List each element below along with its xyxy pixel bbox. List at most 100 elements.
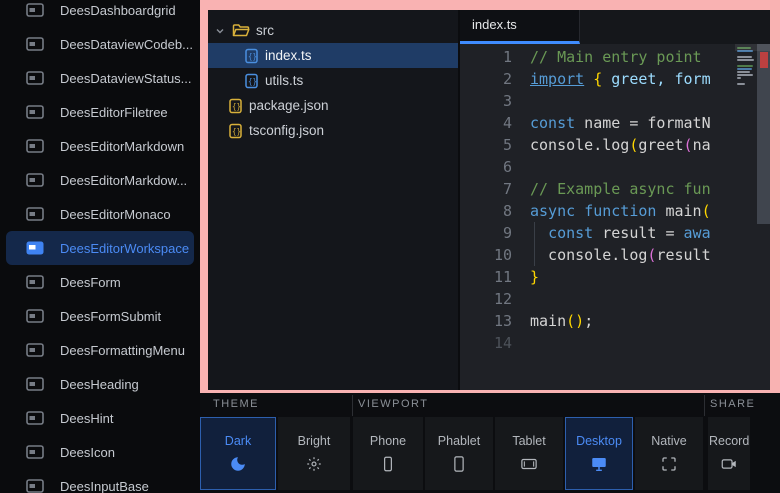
code-token: // Example async fun <box>530 180 711 198</box>
code-line-7: 7 // Example async fun <box>460 178 770 200</box>
sidebar-item-deeshint[interactable]: DeesHint <box>6 401 194 435</box>
sidebar-item-label: DeesDashboardgrid <box>60 3 176 18</box>
toolbar-buttons: DarkBright Phone Phablet Tablet Desktop Nativ… <box>200 417 750 490</box>
component-icon <box>26 207 44 221</box>
editor-scrollbar[interactable] <box>757 44 770 390</box>
sidebar-item-deesheading[interactable]: DeesHeading <box>6 367 194 401</box>
phone-button[interactable]: Phone <box>353 417 423 490</box>
line-number: 2 <box>460 68 512 90</box>
tree-file-utils-ts[interactable]: {}utils.ts <box>208 68 458 93</box>
component-icon <box>26 411 44 425</box>
code-token: async <box>530 202 575 220</box>
component-icon <box>26 241 44 255</box>
json-file-icon: {} <box>228 98 243 114</box>
sidebar-item-deesicon[interactable]: DeesIcon <box>6 435 194 469</box>
button-label: Desktop <box>576 434 622 448</box>
code-line-1: 1// Main entry point <box>460 46 770 68</box>
sidebar-item-deesformattingmenu[interactable]: DeesFormattingMenu <box>6 333 194 367</box>
sidebar-item-deesdataviewstatus[interactable]: DeesDataviewStatus... <box>6 61 194 95</box>
code-token: const <box>530 114 575 132</box>
sidebar-item-deesdashboardgrid[interactable]: DeesDashboardgrid <box>6 0 194 27</box>
ts-file-icon: {} <box>244 73 259 89</box>
component-icon <box>26 37 44 51</box>
line-number: 7 <box>460 178 512 200</box>
sidebar-item-deeseditormarkdown[interactable]: DeesEditorMarkdown <box>6 129 194 163</box>
code-token: name = formatN <box>575 114 710 132</box>
desktop-icon <box>589 455 609 473</box>
code-token: result <box>656 246 710 264</box>
sidebar-item-deeseditorfiletree[interactable]: DeesEditorFiletree <box>6 95 194 129</box>
code-token: ( <box>684 136 693 154</box>
tree-folder-src[interactable]: src <box>208 18 458 43</box>
native-fullscreen-icon <box>660 455 678 473</box>
tree-file-tsconfig-json[interactable]: {} tsconfig.json <box>208 118 458 143</box>
line-number: 12 <box>460 288 512 310</box>
scrollbar-decoration-marker <box>760 52 768 68</box>
sidebar-item-deesinputbase[interactable]: DeesInputBase <box>6 469 194 493</box>
sidebar-item-label: DeesDataviewCodeb... <box>60 37 193 52</box>
tree-label: package.json <box>249 98 329 113</box>
minimap-slider[interactable] <box>735 44 770 51</box>
minimap[interactable] <box>735 47 757 86</box>
line-number: 5 <box>460 134 512 156</box>
app-root: DeesDashboardgrid DeesDataviewCodeb... Dee… <box>0 0 780 493</box>
sidebar-item-label: DeesFormattingMenu <box>60 343 185 358</box>
sidebar-item-label: DeesIcon <box>60 445 115 460</box>
svg-text:{}: {} <box>232 127 241 136</box>
section-label-theme: THEME <box>213 398 259 410</box>
code-token: () <box>566 312 584 330</box>
code-token: import <box>530 70 584 88</box>
desktop-button[interactable]: Desktop <box>565 417 633 490</box>
button-label: Record <box>709 434 749 448</box>
phablet-button[interactable]: Phablet <box>425 417 493 490</box>
line-number: 6 <box>460 156 512 178</box>
dark-button[interactable]: Dark <box>200 417 276 490</box>
code-line-5: 5console.log(greet(na <box>460 134 770 156</box>
line-number: 14 <box>460 332 512 354</box>
code-token: greet, form <box>602 70 710 88</box>
minimap-line <box>735 80 757 82</box>
sidebar-item-label: DeesEditorWorkspace <box>60 241 189 256</box>
tablet-button[interactable]: Tablet <box>495 417 563 490</box>
tab-index-ts[interactable]: index.ts <box>460 10 580 44</box>
sidebar-item-label: DeesInputBase <box>60 479 149 493</box>
code-token: na <box>693 136 711 154</box>
sidebar-item-deeseditorworkspace[interactable]: DeesEditorWorkspace <box>6 231 194 265</box>
sidebar-item-deeseditormarkdow[interactable]: DeesEditorMarkdow... <box>6 163 194 197</box>
tablet-icon <box>519 455 539 473</box>
native-button[interactable]: Native <box>635 417 703 490</box>
code-line-9: 9 const result = awa <box>460 222 770 244</box>
button-label: Phablet <box>438 434 480 448</box>
code-line-8: 8async function main( <box>460 200 770 222</box>
tree-file-package-json[interactable]: {} package.json <box>208 93 458 118</box>
bright-button[interactable]: Bright <box>278 417 350 490</box>
tree-file-index-ts[interactable]: {}index.ts <box>208 43 458 68</box>
scrollbar-thumb[interactable] <box>757 44 770 224</box>
sidebar-item-deesform[interactable]: DeesForm <box>6 265 194 299</box>
json-file-icon: {} <box>228 123 243 139</box>
code-area[interactable]: 1// Main entry point2import { greet, for… <box>460 44 770 390</box>
record-button[interactable]: Record <box>708 417 750 490</box>
component-icon <box>26 3 44 17</box>
sidebar-item-label: DeesEditorMarkdown <box>60 139 184 154</box>
code-token: greet <box>638 136 683 154</box>
svg-text:{}: {} <box>232 102 241 111</box>
button-label: Phone <box>370 434 406 448</box>
svg-text:{}: {} <box>248 77 257 86</box>
sidebar-item-label: DeesForm <box>60 275 121 290</box>
minimap-line <box>737 77 741 79</box>
component-icon <box>26 105 44 119</box>
line-number: 9 <box>460 222 512 244</box>
phablet-icon <box>450 455 468 473</box>
code-line-14: 14 <box>460 332 770 354</box>
component-icon <box>26 139 44 153</box>
tree-label: tsconfig.json <box>249 123 324 138</box>
record-icon <box>719 455 739 473</box>
component-icon <box>26 343 44 357</box>
sidebar-item-deeseditormonaco[interactable]: DeesEditorMonaco <box>6 197 194 231</box>
code-token <box>575 202 584 220</box>
sidebar-item-deesformsubmit[interactable]: DeesFormSubmit <box>6 299 194 333</box>
sidebar-item-deesdataviewcodeb[interactable]: DeesDataviewCodeb... <box>6 27 194 61</box>
code-token: ; <box>584 312 593 330</box>
minimap-line <box>735 62 757 64</box>
